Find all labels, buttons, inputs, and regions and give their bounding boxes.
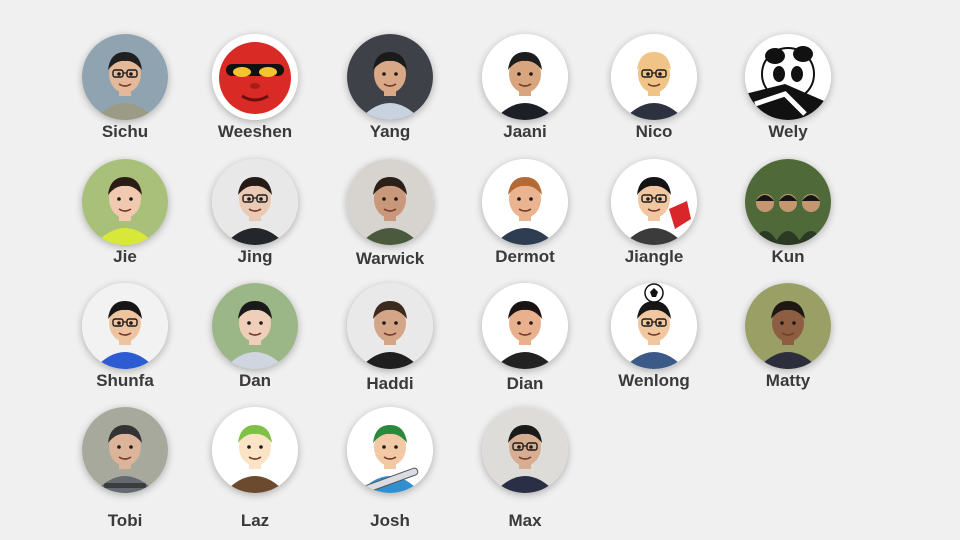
cartoon-glove-icon — [611, 159, 697, 245]
cartoon-avatar-icon — [482, 159, 568, 245]
cartoon-snowboard-icon — [347, 407, 433, 493]
photo-portrait-icon — [82, 34, 168, 120]
cartoon-avatar-icon — [611, 34, 697, 120]
member-name: Wenlong — [618, 371, 690, 390]
member-name: Wely — [768, 122, 808, 141]
member-name: Jie — [113, 247, 137, 266]
member-name: Dan — [238, 371, 272, 390]
photo-portrait-icon — [212, 159, 298, 245]
member-card: Haddi — [325, 283, 455, 403]
member-name: Warwick — [355, 249, 425, 268]
photo-portrait-icon — [482, 407, 568, 493]
cartoon-avatar-icon — [482, 283, 568, 369]
member-card: Max — [460, 407, 590, 530]
member-card: Wenlong — [589, 283, 719, 403]
photo-portrait-icon — [82, 159, 168, 245]
photo-portrait-icon — [347, 34, 433, 120]
photo-skater-icon — [82, 407, 168, 493]
photo-portrait-icon — [347, 159, 433, 245]
member-card: Shunfa — [60, 283, 190, 403]
member-card: Tobi — [60, 407, 190, 530]
cartoon-suit-icon — [482, 34, 568, 120]
member-name: Shunfa — [96, 371, 154, 390]
member-name: Yang — [369, 122, 411, 141]
member-card: Yang — [325, 34, 455, 154]
member-card: Nico — [589, 34, 719, 154]
member-card: Dan — [190, 283, 320, 403]
member-card: Jie — [60, 159, 190, 279]
member-card: Laz — [190, 407, 320, 530]
member-name: Nico — [635, 122, 673, 141]
member-card: Jaani — [460, 34, 590, 154]
member-name: Jiangle — [624, 247, 684, 266]
member-card: Matty — [723, 283, 853, 403]
cartoon-bearded-icon — [212, 407, 298, 493]
member-card: Dian — [460, 283, 590, 403]
member-name: Weeshen — [217, 122, 293, 141]
photo-group-icon — [745, 159, 831, 245]
member-card: Dermot — [460, 159, 590, 279]
member-name: Tobi — [107, 511, 143, 530]
member-name: Matty — [765, 371, 811, 390]
member-card: Weeshen — [190, 34, 320, 154]
member-name: Laz — [240, 511, 270, 530]
member-card: Josh — [325, 407, 455, 530]
photo-portrait-icon — [82, 283, 168, 369]
member-name: Jaani — [503, 122, 547, 141]
member-name: Dermot — [495, 247, 555, 266]
member-name: Josh — [370, 511, 410, 530]
member-name: Jing — [237, 247, 273, 266]
member-name: Kun — [771, 247, 805, 266]
member-name: Max — [508, 511, 542, 530]
member-name: Sichu — [101, 122, 149, 141]
member-card: Jiangle — [589, 159, 719, 279]
member-name: Dian — [506, 374, 544, 393]
member-card: Warwick — [325, 159, 455, 279]
member-card: Wely — [723, 34, 853, 154]
photo-portrait-icon — [745, 283, 831, 369]
panda-icon — [745, 34, 831, 120]
photo-portrait-icon — [347, 283, 433, 369]
red-demon-cartoon-icon — [212, 34, 298, 120]
member-name: Haddi — [366, 374, 414, 393]
member-card: Jing — [190, 159, 320, 279]
cartoon-soccer-icon — [611, 283, 697, 369]
photo-portrait-icon — [212, 283, 298, 369]
member-card: Sichu — [60, 34, 190, 154]
member-card: Kun — [723, 159, 853, 279]
team-grid: Sichu Weeshen Yang Jaani Nico Wely Jie Jing Warw… — [0, 0, 960, 540]
